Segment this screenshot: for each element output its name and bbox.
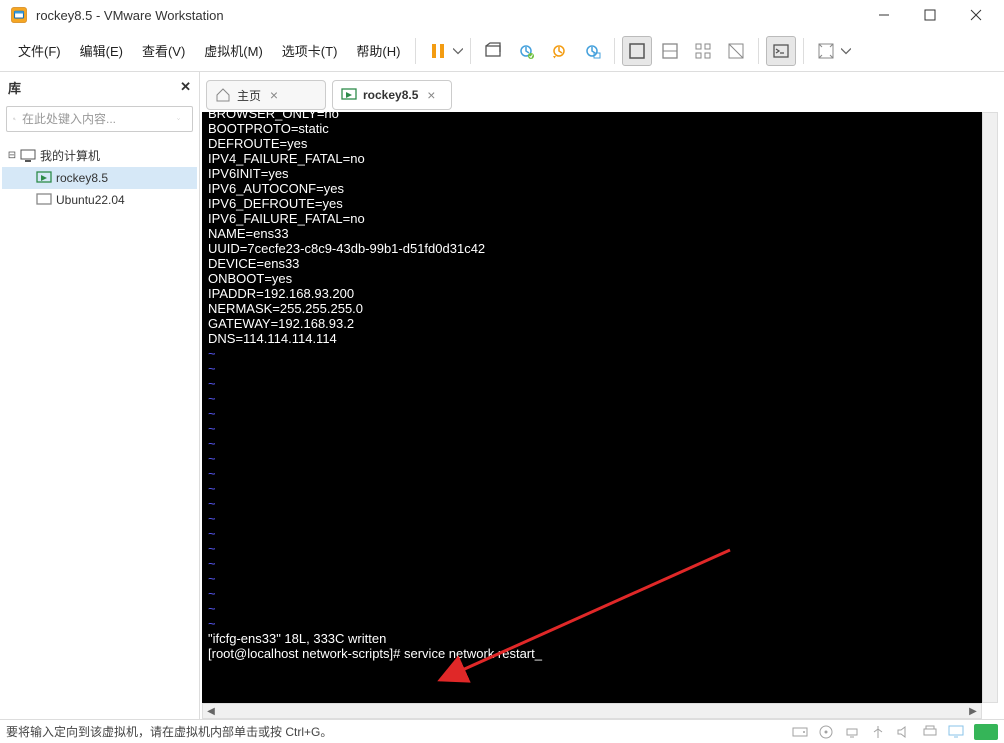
revert-snapshot-button[interactable] — [544, 36, 574, 66]
terminal-tilde: ~ — [208, 511, 976, 526]
menu-help[interactable]: 帮助(H) — [348, 37, 408, 64]
minimize-button[interactable] — [862, 1, 906, 29]
sidebar-title: 库 — [8, 78, 21, 97]
maximize-button[interactable] — [908, 1, 952, 29]
view-single-button[interactable] — [622, 36, 652, 66]
tree-item-rockey[interactable]: rockey8.5 — [2, 167, 197, 189]
tree-item-label: rockey8.5 — [56, 171, 108, 185]
terminal-tilde: ~ — [208, 586, 976, 601]
tree-toggle-icon[interactable]: ⊟ — [6, 150, 18, 162]
terminal-line: IPV6_AUTOCONF=yes — [208, 181, 976, 196]
scroll-right-icon[interactable]: ▶ — [965, 704, 981, 718]
app-icon — [10, 6, 28, 24]
terminal-tilde: ~ — [208, 571, 976, 586]
sidebar-close-icon[interactable]: ✕ — [180, 79, 191, 95]
view-thumbnails-button[interactable] — [688, 36, 718, 66]
terminal[interactable]: BROWSER_ONLY=no BOOTPROTO=static DEFROUT… — [202, 112, 982, 703]
tree-root-my-computer[interactable]: ⊟ 我的计算机 — [2, 144, 197, 167]
terminal-tilde: ~ — [208, 481, 976, 496]
terminal-tilde: ~ — [208, 601, 976, 616]
terminal-line: DEVICE=ens33 — [208, 256, 976, 271]
console-button[interactable] — [766, 36, 796, 66]
terminal-tilde: ~ — [208, 451, 976, 466]
terminal-line: IPV6_FAILURE_FATAL=no — [208, 211, 976, 226]
terminal-prompt-line: [root@localhost network-scripts]# servic… — [208, 646, 976, 661]
tree-item-ubuntu[interactable]: Ubuntu22.04 — [2, 189, 197, 211]
terminal-status-line: "ifcfg-ens33" 18L, 333C written — [208, 631, 976, 646]
vertical-scrollbar[interactable] — [982, 112, 998, 703]
terminal-tilde: ~ — [208, 436, 976, 451]
manage-snapshot-button[interactable] — [577, 36, 607, 66]
home-icon — [215, 87, 231, 103]
terminal-line: GATEWAY=192.168.93.2 — [208, 316, 976, 331]
terminal-tilde: ~ — [208, 541, 976, 556]
menu-tabs[interactable]: 选项卡(T) — [274, 37, 346, 64]
terminal-tilde: ~ — [208, 421, 976, 436]
tree-root-label: 我的计算机 — [40, 147, 100, 164]
terminal-tilde: ~ — [208, 466, 976, 481]
terminal-line: BROWSER_ONLY=no — [208, 112, 976, 121]
terminal-tilde: ~ — [208, 496, 976, 511]
search-icon — [13, 112, 16, 126]
terminal-line: IPV4_FAILURE_FATAL=no — [208, 151, 976, 166]
status-printer-icon[interactable] — [922, 724, 938, 740]
tab-close-icon[interactable]: × — [424, 88, 438, 102]
send-ctrl-alt-del-button[interactable] — [478, 36, 508, 66]
status-cd-icon[interactable] — [818, 724, 834, 740]
fullscreen-button[interactable] — [811, 36, 841, 66]
terminal-tilde: ~ — [208, 556, 976, 571]
vm-running-icon — [341, 87, 357, 103]
pause-button[interactable] — [423, 36, 453, 66]
terminal-line: UUID=7cecfe23-c8c9-43db-99b1-d51fd0d31c4… — [208, 241, 976, 256]
scroll-left-icon[interactable]: ◀ — [203, 704, 219, 718]
vm-poweroff-icon — [36, 192, 52, 208]
terminal-line: IPV6INIT=yes — [208, 166, 976, 181]
terminal-line: BOOTPROTO=static — [208, 121, 976, 136]
vm-running-icon — [36, 170, 52, 186]
menu-vm[interactable]: 虚拟机(M) — [196, 37, 271, 64]
snapshot-button[interactable] — [511, 36, 541, 66]
close-button[interactable] — [954, 1, 998, 29]
tab-close-icon[interactable]: × — [267, 88, 281, 102]
window-title: rockey8.5 - VMware Workstation — [36, 8, 862, 23]
terminal-line: NAME=ens33 — [208, 226, 976, 241]
status-usb-icon[interactable] — [870, 724, 886, 740]
tab-label: rockey8.5 — [363, 88, 418, 102]
status-text: 要将输入定向到该虚拟机，请在虚拟机内部单击或按 Ctrl+G。 — [6, 723, 332, 740]
status-display-icon[interactable] — [948, 724, 964, 740]
terminal-tilde: ~ — [208, 361, 976, 376]
terminal-line: DNS=114.114.114.114 — [208, 331, 976, 346]
terminal-line: ONBOOT=yes — [208, 271, 976, 286]
terminal-line: NERMASK=255.255.255.0 — [208, 301, 976, 316]
menu-edit[interactable]: 编辑(E) — [72, 37, 131, 64]
tab-label: 主页 — [237, 87, 261, 104]
terminal-line: IPV6_DEFROUTE=yes — [208, 196, 976, 211]
menu-view[interactable]: 查看(V) — [134, 37, 193, 64]
view-multi-button[interactable] — [655, 36, 685, 66]
terminal-tilde: ~ — [208, 391, 976, 406]
pause-dropdown[interactable] — [453, 36, 463, 66]
computer-icon — [20, 148, 36, 164]
terminal-line: IPADDR=192.168.93.200 — [208, 286, 976, 301]
status-network-icon[interactable] — [844, 724, 860, 740]
tree-item-label: Ubuntu22.04 — [56, 193, 125, 207]
status-sound-icon[interactable] — [896, 724, 912, 740]
status-harddisk-icon[interactable] — [792, 724, 808, 740]
view-unity-button[interactable] — [721, 36, 751, 66]
tab-rockey[interactable]: rockey8.5 × — [332, 80, 452, 110]
search-input[interactable] — [22, 112, 177, 126]
terminal-line: DEFROUTE=yes — [208, 136, 976, 151]
menu-file[interactable]: 文件(F) — [10, 37, 69, 64]
terminal-tilde: ~ — [208, 616, 976, 631]
chevron-down-icon[interactable] — [177, 112, 180, 126]
terminal-tilde: ~ — [208, 526, 976, 541]
terminal-tilde: ~ — [208, 406, 976, 421]
terminal-tilde: ~ — [208, 376, 976, 391]
terminal-tilde: ~ — [208, 346, 976, 361]
sidebar-search[interactable] — [6, 106, 193, 132]
horizontal-scrollbar[interactable]: ◀ ▶ — [202, 703, 982, 719]
tab-home[interactable]: 主页 × — [206, 80, 326, 110]
fullscreen-dropdown[interactable] — [841, 36, 851, 66]
status-indicator[interactable] — [974, 724, 998, 740]
